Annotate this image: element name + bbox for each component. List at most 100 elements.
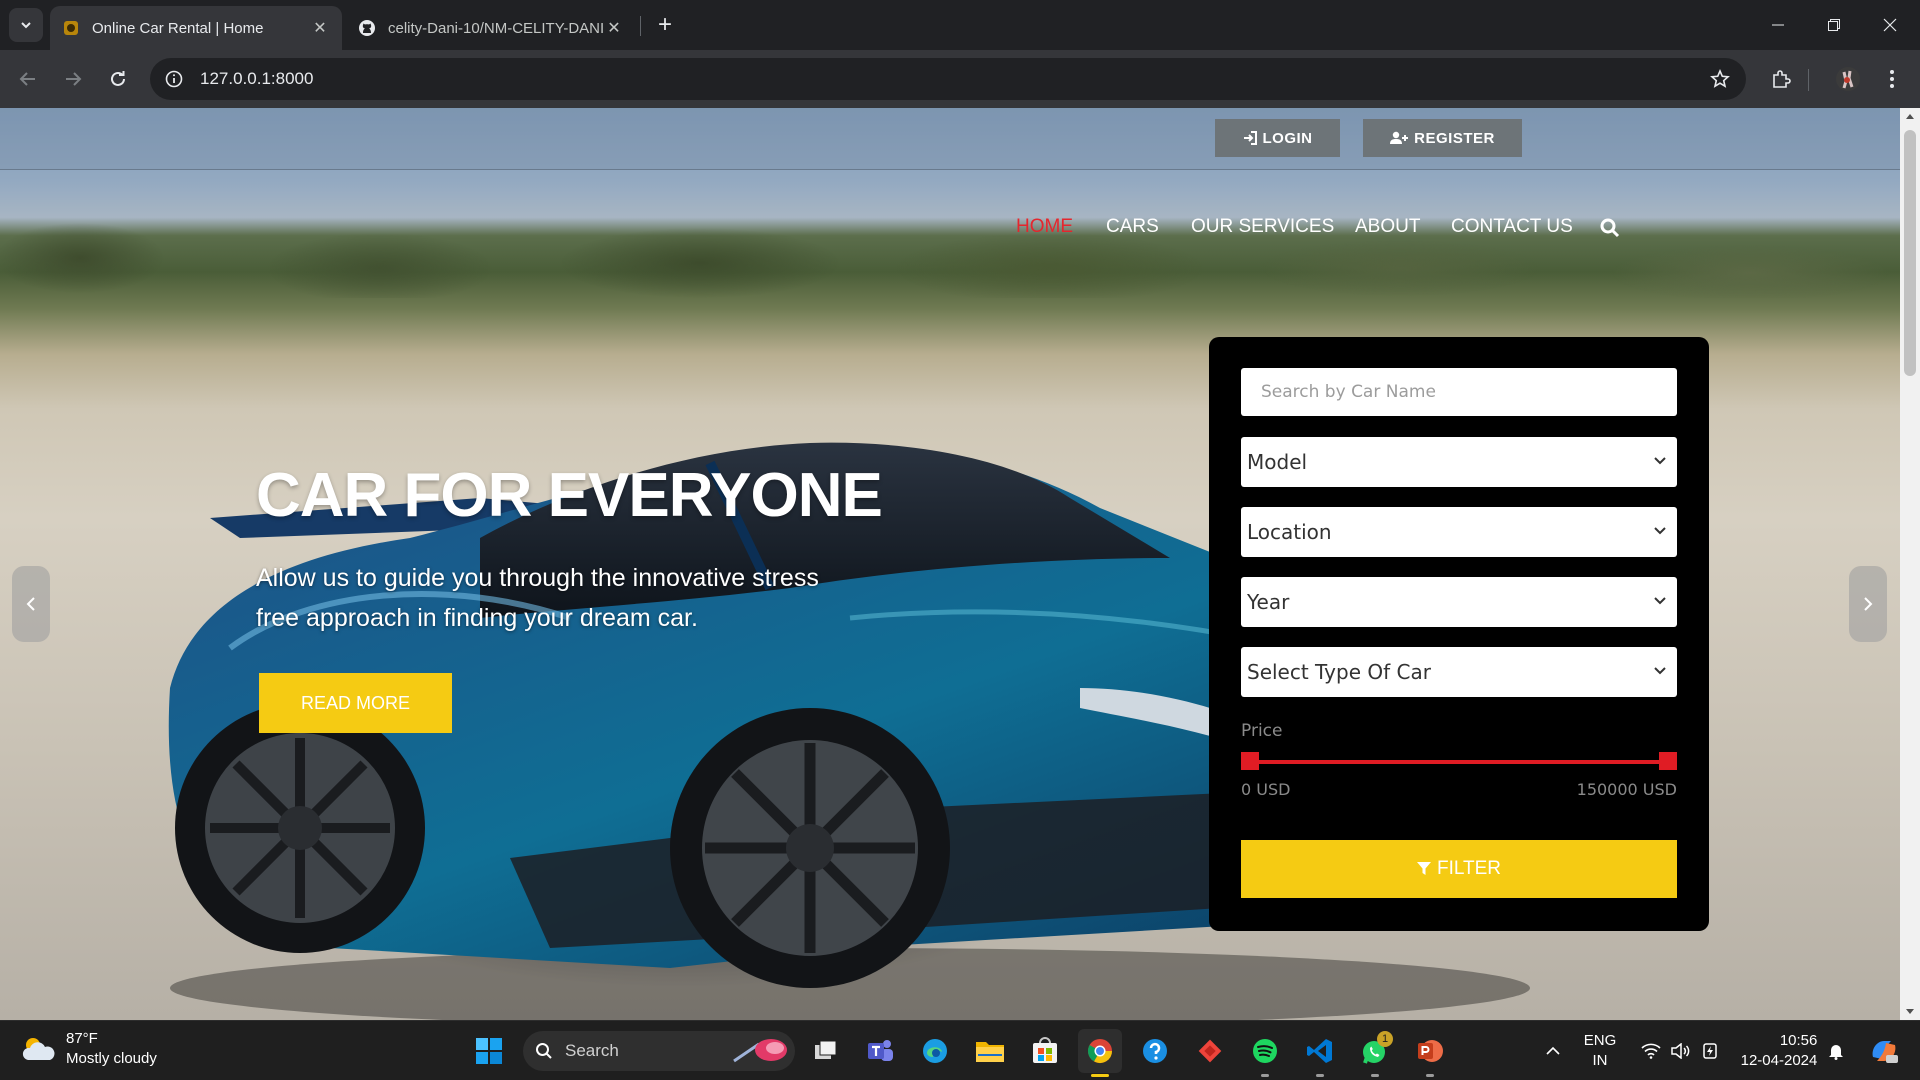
get-help-app[interactable] [1133, 1029, 1177, 1073]
close-window-button[interactable] [1862, 0, 1918, 50]
close-tab-icon[interactable]: ✕ [310, 18, 330, 38]
powerpoint-app[interactable] [1408, 1029, 1452, 1077]
sign-in-icon [1243, 131, 1257, 145]
hero-subtitle: Allow us to guide you through the innova… [256, 564, 819, 632]
year-select[interactable]: Year [1241, 577, 1677, 627]
restore-button[interactable] [1806, 0, 1862, 50]
tab-search-button[interactable] [9, 8, 43, 42]
wifi-icon [1641, 1043, 1661, 1059]
car-type-select[interactable]: Select Type Of Car [1241, 647, 1677, 697]
notification-badge: 1 [1377, 1031, 1393, 1047]
tab-separator [640, 16, 641, 36]
vscode-icon [1307, 1039, 1332, 1063]
read-more-button[interactable]: READ MORE [259, 673, 452, 733]
carousel-prev-button[interactable] [12, 566, 50, 642]
browser-menu-button[interactable] [1874, 61, 1910, 97]
price-range-track[interactable] [1249, 760, 1669, 764]
taskbar-search[interactable]: Search [523, 1031, 795, 1071]
task-view-button[interactable] [804, 1029, 848, 1073]
show-hidden-icons-button[interactable] [1540, 1021, 1566, 1080]
model-select[interactable]: Model [1241, 437, 1677, 487]
page-scrollbar[interactable] [1900, 108, 1920, 1020]
forward-button[interactable] [55, 61, 91, 97]
nav-home[interactable]: HOME [1016, 216, 1073, 238]
notifications-button[interactable] [1822, 1021, 1850, 1080]
location-select-value: Location [1247, 520, 1332, 544]
vscode-app[interactable] [1298, 1029, 1342, 1077]
scroll-up-arrow-icon[interactable] [1905, 112, 1915, 120]
arrow-left-icon [19, 72, 35, 86]
back-button[interactable] [10, 61, 46, 97]
windows-logo-icon [476, 1038, 502, 1064]
browser-toolbar: 127.0.0.1:8000 [0, 50, 1920, 108]
reload-button[interactable] [100, 61, 136, 97]
reload-icon [111, 71, 125, 86]
login-button[interactable]: LOGIN [1215, 119, 1340, 157]
quick-settings[interactable] [1636, 1021, 1726, 1080]
github-icon [358, 19, 376, 37]
close-tab-icon[interactable]: ✕ [604, 18, 624, 38]
model-select-value: Model [1247, 450, 1308, 474]
teams-icon [868, 1040, 893, 1061]
battery-charging-icon [1703, 1043, 1717, 1059]
cloud-sun-icon [22, 1038, 55, 1060]
edge-app[interactable] [913, 1029, 957, 1073]
whatsapp-app[interactable]: 1 [1353, 1029, 1397, 1077]
file-explorer-app[interactable] [968, 1029, 1012, 1073]
tab-title: celity-Dani-10/NM-CELITY-DANI [388, 19, 604, 37]
price-label: Price [1241, 721, 1283, 741]
car-name-search-input[interactable]: Search by Car Name [1241, 368, 1677, 416]
chevron-up-icon [1546, 1046, 1560, 1055]
site-topbar [0, 108, 1900, 170]
profile-avatar[interactable] [1830, 61, 1866, 97]
extensions-button[interactable] [1763, 61, 1799, 97]
location-select[interactable]: Location [1241, 507, 1677, 557]
car-type-select-value: Select Type Of Car [1247, 660, 1431, 684]
url-text[interactable]: 127.0.0.1:8000 [200, 69, 1702, 89]
minimize-button[interactable] [1750, 0, 1806, 50]
language-indicator[interactable]: ENG IN [1572, 1021, 1628, 1080]
folder-icon [976, 1042, 1004, 1062]
bookmark-star-icon[interactable] [1702, 61, 1738, 97]
price-min-handle[interactable] [1241, 752, 1259, 770]
chrome-app[interactable] [1078, 1029, 1122, 1077]
tab-online-car-rental[interactable]: Online Car Rental | Home ✕ [50, 6, 342, 50]
clock[interactable]: 10:56 12-04-2024 [1734, 1021, 1824, 1080]
page-viewport: LOGIN REGISTER HOME CARS OUR SERVICES AB… [0, 108, 1900, 1020]
spotify-app[interactable] [1243, 1029, 1287, 1077]
copilot-button[interactable] [1864, 1021, 1904, 1080]
chevron-down-icon [1654, 597, 1666, 605]
minimize-icon [1772, 24, 1784, 26]
filter-button[interactable]: FILTER [1241, 840, 1677, 898]
scrollbar-thumb[interactable] [1904, 130, 1916, 376]
close-icon [1883, 18, 1897, 32]
puzzle-icon [1773, 70, 1791, 88]
nav-about[interactable]: ABOUT [1355, 216, 1420, 238]
nav-cars[interactable]: CARS [1106, 216, 1159, 238]
price-max-handle[interactable] [1659, 752, 1677, 770]
login-label: LOGIN [1262, 129, 1313, 147]
edge-icon [923, 1039, 947, 1063]
address-bar[interactable]: 127.0.0.1:8000 [150, 58, 1746, 100]
start-button[interactable] [467, 1029, 511, 1073]
register-button[interactable]: REGISTER [1363, 119, 1522, 157]
teams-app[interactable] [858, 1029, 902, 1073]
filter-button-label: FILTER [1436, 858, 1502, 879]
site-info-icon[interactable] [156, 61, 192, 97]
new-tab-button[interactable]: + [650, 10, 680, 40]
restore-icon [1828, 19, 1840, 31]
tab-github[interactable]: celity-Dani-10/NM-CELITY-DANI ✕ [346, 6, 636, 50]
weather-widget[interactable]: 87°F Mostly cloudy [20, 1029, 157, 1069]
active-app-indicator [1091, 1074, 1109, 1077]
nav-our-services[interactable]: OUR SERVICES [1191, 216, 1334, 238]
search-icon[interactable] [1600, 218, 1620, 243]
spotify-icon [1253, 1039, 1277, 1063]
powerpoint-icon [1418, 1040, 1443, 1062]
nav-contact-us[interactable]: CONTACT US [1451, 216, 1573, 238]
anydesk-app[interactable] [1188, 1029, 1232, 1073]
carousel-next-button[interactable] [1849, 566, 1887, 642]
microsoft-store-app[interactable] [1023, 1029, 1067, 1073]
search-highlight-icon [733, 1039, 787, 1063]
chevron-down-icon [21, 22, 31, 29]
scroll-down-arrow-icon[interactable] [1905, 1008, 1915, 1016]
